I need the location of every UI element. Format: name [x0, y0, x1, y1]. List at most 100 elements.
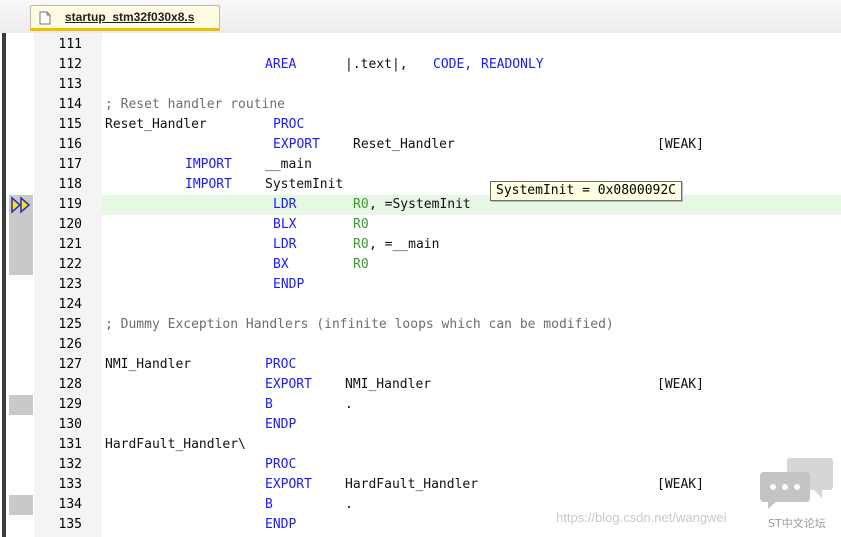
line-number: 131 — [58, 437, 82, 452]
asm-keyword: BLX — [273, 217, 297, 232]
register-token: R0 — [353, 197, 369, 212]
code-line[interactable]: 127 NMI_Handler PROC — [0, 355, 841, 375]
code-line[interactable]: 125 ; Dummy Exception Handlers (infinite … — [0, 315, 841, 335]
asm-keyword: EXPORT — [265, 377, 312, 392]
code-line[interactable]: 123 ENDP — [0, 275, 841, 295]
line-number: 129 — [58, 397, 82, 412]
asm-keyword: LDR — [273, 197, 297, 212]
code-line[interactable]: 113 — [0, 75, 841, 95]
line-number: 134 — [58, 497, 82, 512]
line-number: 125 — [58, 317, 82, 332]
register-token: R0 — [353, 257, 369, 272]
asm-keyword: CODE, — [433, 57, 473, 72]
asm-keyword: ENDP — [265, 417, 297, 432]
asm-keyword: ENDP — [273, 277, 305, 292]
asm-keyword: BX — [273, 257, 289, 272]
line-number: 132 — [58, 457, 82, 472]
code-line[interactable]: 111 — [0, 35, 841, 55]
code-line[interactable]: 126 — [0, 335, 841, 355]
active-tab-indicator — [30, 28, 220, 31]
asm-keyword: ENDP — [265, 517, 297, 532]
asm-keyword: READONLY — [481, 57, 544, 72]
chat-bubble-logo-icon — [760, 458, 833, 509]
current-instruction-arrow-icon — [11, 196, 31, 214]
code-token: |.text|, — [345, 57, 408, 72]
code-editor[interactable]: 111 112 AREA |.text|, CODE, READONLY 113 114 ; R… — [0, 33, 841, 537]
asm-keyword: IMPORT — [185, 177, 232, 192]
code-token: , =SystemInit — [369, 197, 471, 212]
line-number: 119 — [58, 197, 82, 212]
line-number: 113 — [58, 77, 82, 92]
asm-keyword: AREA — [265, 57, 297, 72]
code-line[interactable]: 130 ENDP — [0, 415, 841, 435]
asm-keyword: LDR — [273, 237, 297, 252]
line-number: 112 — [58, 57, 82, 72]
asm-keyword: IMPORT — [185, 157, 232, 172]
code-line[interactable]: 117 IMPORT __main — [0, 155, 841, 175]
line-number: 116 — [58, 137, 82, 152]
code-comment: ; Reset handler routine — [105, 97, 286, 112]
file-tab-bar: startup_stm32f030x8.s — [0, 0, 841, 34]
hover-value-tooltip: SystemInit = 0x0800092C — [490, 181, 683, 201]
line-number: 121 — [58, 237, 82, 252]
code-line[interactable]: 116 EXPORT Reset_Handler [WEAK] — [0, 135, 841, 155]
code-line[interactable]: 133 EXPORT HardFault_Handler [WEAK] — [0, 475, 841, 495]
asm-keyword: B — [265, 397, 273, 412]
line-number: 122 — [58, 257, 82, 272]
line-number: 111 — [58, 37, 82, 52]
watermark-brand: ST中文论坛 — [768, 517, 826, 530]
code-token: __main — [265, 157, 312, 172]
line-number: 123 — [58, 277, 82, 292]
document-icon — [39, 11, 51, 25]
register-token: R0 — [353, 237, 369, 252]
code-token: [WEAK] — [657, 377, 704, 392]
asm-keyword: PROC — [273, 117, 305, 132]
code-token: Reset_Handler — [105, 117, 207, 132]
line-number: 133 — [58, 477, 82, 492]
line-number: 114 — [58, 97, 82, 112]
current-line-highlight — [102, 195, 841, 215]
code-token: SystemInit — [265, 177, 344, 192]
code-token: , =__main — [369, 237, 440, 252]
code-line[interactable]: 131 HardFault_Handler\ — [0, 435, 841, 455]
asm-keyword: PROC — [265, 457, 297, 472]
line-number: 126 — [58, 337, 82, 352]
code-token: Reset_Handler — [353, 137, 455, 152]
code-line[interactable]: 124 — [0, 295, 841, 315]
code-token: HardFault_Handler\ — [105, 437, 246, 452]
code-line[interactable]: 132 PROC — [0, 455, 841, 475]
line-number: 130 — [58, 417, 82, 432]
code-line[interactable]: 120 BLX R0 — [0, 215, 841, 235]
code-line[interactable]: 129 B. — [0, 395, 841, 415]
code-line[interactable]: 121 LDR R0, =__main — [0, 235, 841, 255]
line-number: 124 — [58, 297, 82, 312]
line-number: 128 — [58, 377, 82, 392]
asm-keyword: PROC — [265, 357, 297, 372]
code-token: . — [345, 397, 353, 412]
asm-keyword: B — [265, 497, 273, 512]
asm-keyword: EXPORT — [265, 477, 312, 492]
code-comment: ; Dummy Exception Handlers (infinite loo… — [105, 317, 614, 332]
line-number: 120 — [58, 217, 82, 232]
code-line[interactable]: 118 IMPORT SystemInit — [0, 175, 841, 195]
line-number: 127 — [58, 357, 82, 372]
code-token: HardFault_Handler — [345, 477, 479, 492]
code-token: NMI_Handler — [345, 377, 432, 392]
asm-keyword: EXPORT — [273, 137, 320, 152]
line-number: 115 — [58, 117, 82, 132]
line-number: 117 — [58, 157, 82, 172]
code-line[interactable]: 114 ; Reset handler routine — [0, 95, 841, 115]
line-number: 135 — [58, 517, 82, 532]
code-token: NMI_Handler — [105, 357, 192, 372]
code-line[interactable]: 115 Reset_Handler PROC — [0, 115, 841, 135]
current-code-line[interactable]: 119 LDR R0, =SystemInit — [0, 195, 841, 215]
code-line[interactable]: 122 BX R0 — [0, 255, 841, 275]
code-line[interactable]: 112 AREA |.text|, CODE, READONLY — [0, 55, 841, 75]
code-line[interactable]: 128 EXPORT NMI_Handler [WEAK] — [0, 375, 841, 395]
code-token: [WEAK] — [657, 137, 704, 152]
code-token: . — [345, 497, 353, 512]
watermark-url: https://blog.csdn.net/wangwei — [556, 510, 727, 525]
code-token: [WEAK] — [657, 477, 704, 492]
register-token: R0 — [353, 217, 369, 232]
file-tab-label: startup_stm32f030x8.s — [65, 10, 195, 24]
